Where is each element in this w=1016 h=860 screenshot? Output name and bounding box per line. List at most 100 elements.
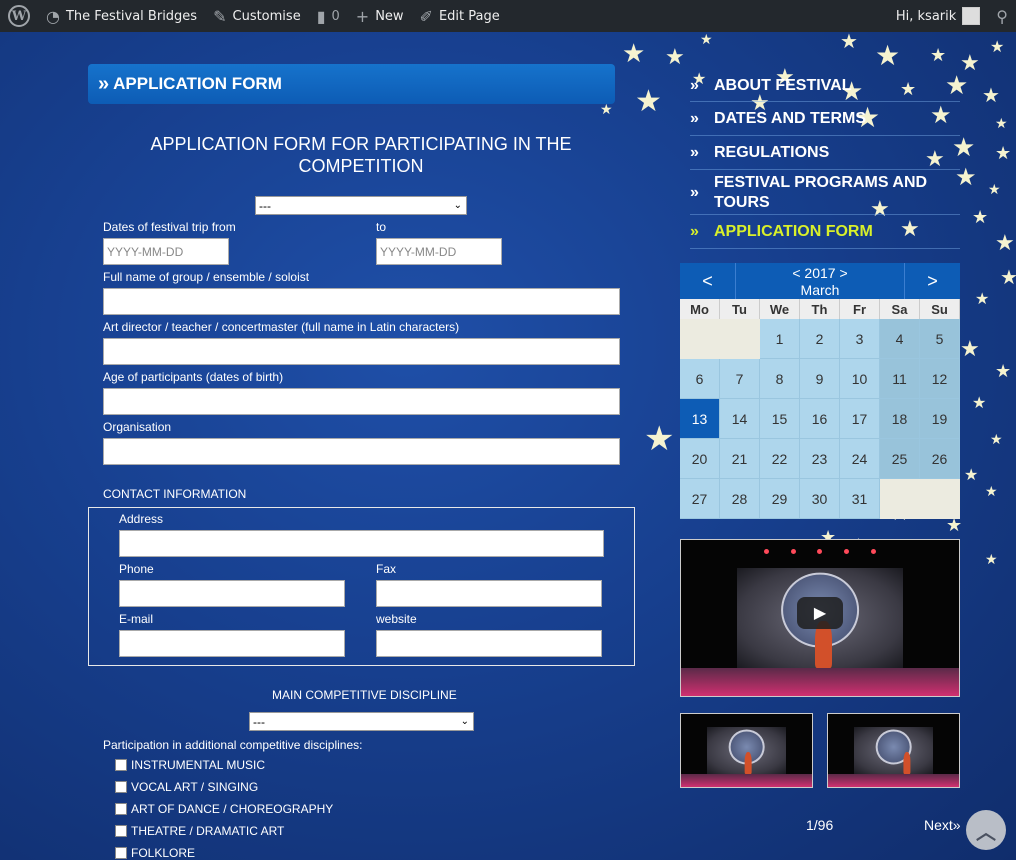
gallery-counter: 1/96 bbox=[806, 817, 834, 833]
edit-page-link[interactable]: ✐ Edit Page bbox=[412, 0, 508, 32]
director-input[interactable] bbox=[103, 338, 620, 365]
calendar-prev-button[interactable]: < bbox=[680, 263, 736, 299]
weekday-header: Mo bbox=[680, 299, 720, 319]
calendar-day[interactable]: 12 bbox=[920, 359, 960, 399]
fax-input[interactable] bbox=[376, 580, 602, 607]
additional-disciplines-label: Participation in additional competitive … bbox=[103, 738, 363, 752]
discipline-checkbox-instrumental[interactable]: INSTRUMENTAL MUSIC bbox=[115, 758, 265, 772]
calendar-day[interactable]: 2 bbox=[800, 319, 840, 359]
main-video-player[interactable]: ▶ bbox=[680, 539, 960, 697]
discipline-label: ART OF DANCE / CHOREOGRAPHY bbox=[131, 802, 334, 816]
date-to-input[interactable]: YYYY-MM-DD bbox=[376, 238, 502, 265]
pencil-icon: ✐ bbox=[419, 6, 433, 26]
site-name-link[interactable]: ◔ The Festival Bridges bbox=[38, 0, 205, 32]
calendar-day[interactable]: 11 bbox=[880, 359, 920, 399]
weekday-header: Sa bbox=[880, 299, 920, 319]
play-icon[interactable]: ▶ bbox=[797, 597, 843, 630]
section-title-bar: » APPLICATION FORM bbox=[88, 64, 615, 104]
calendar-day[interactable]: 4 bbox=[880, 319, 920, 359]
calendar-day[interactable]: 3 bbox=[840, 319, 880, 359]
admin-bar: W ◔ The Festival Bridges ✎ Customise ▮ 0… bbox=[0, 0, 1016, 32]
main-discipline-select[interactable]: --- ⌄ bbox=[249, 712, 474, 731]
calendar-day[interactable]: 27 bbox=[680, 479, 720, 519]
comment-icon: ▮ bbox=[316, 6, 326, 26]
age-input[interactable] bbox=[103, 388, 620, 415]
discipline-checkbox-dance[interactable]: ART OF DANCE / CHOREOGRAPHY bbox=[115, 802, 333, 816]
calendar-day[interactable]: 15 bbox=[760, 399, 800, 439]
checkbox[interactable] bbox=[115, 759, 127, 771]
discipline-checkbox-vocal[interactable]: VOCAL ART / SINGING bbox=[115, 780, 258, 794]
video-thumbnail-1[interactable] bbox=[680, 713, 813, 788]
discipline-checkbox-theatre[interactable]: THEATRE / DRAMATIC ART bbox=[115, 824, 284, 838]
checkbox[interactable] bbox=[115, 781, 127, 793]
discipline-checkbox-folklore[interactable]: FOLKLORE bbox=[115, 846, 195, 860]
calendar-day[interactable]: 25 bbox=[880, 439, 920, 479]
calendar-day[interactable]: 14 bbox=[720, 399, 760, 439]
website-input[interactable] bbox=[376, 630, 602, 657]
calendar-day[interactable]: 21 bbox=[720, 439, 760, 479]
wordpress-logo-button[interactable]: W bbox=[0, 0, 38, 32]
weekday-header: Su bbox=[920, 299, 960, 319]
calendar-empty-cell bbox=[920, 479, 960, 519]
date-from-input[interactable]: YYYY-MM-DD bbox=[103, 238, 229, 265]
checkbox[interactable] bbox=[115, 825, 127, 837]
phone-input[interactable] bbox=[119, 580, 345, 607]
menu-item-about-festival[interactable]: » ABOUT FESTIVAL bbox=[690, 70, 960, 102]
calendar-day[interactable]: 23 bbox=[800, 439, 840, 479]
email-input[interactable] bbox=[119, 630, 345, 657]
double-chevron-right-icon: » bbox=[690, 223, 699, 240]
calendar-day[interactable]: 19 bbox=[920, 399, 960, 439]
calendar-day[interactable]: 16 bbox=[800, 399, 840, 439]
address-input[interactable] bbox=[119, 530, 604, 557]
calendar-day[interactable]: 30 bbox=[800, 479, 840, 519]
calendar-day[interactable]: 18 bbox=[880, 399, 920, 439]
menu-item-dates-and-terms[interactable]: » DATES AND TERMS bbox=[690, 103, 960, 136]
calendar-year-switch[interactable]: < 2017 > bbox=[736, 265, 904, 282]
calendar-empty-cell bbox=[880, 479, 920, 519]
calendar-day[interactable]: 24 bbox=[840, 439, 880, 479]
calendar-day[interactable]: 5 bbox=[920, 319, 960, 359]
menu-item-regulations[interactable]: » REGULATIONS bbox=[690, 137, 960, 170]
calendar-day[interactable]: 1 bbox=[760, 319, 800, 359]
calendar-day[interactable]: 29 bbox=[760, 479, 800, 519]
comments-link[interactable]: ▮ 0 bbox=[309, 0, 348, 32]
calendar-day[interactable]: 8 bbox=[760, 359, 800, 399]
menu-item-application-form[interactable]: » APPLICATION FORM bbox=[690, 216, 960, 249]
organisation-input[interactable] bbox=[103, 438, 620, 465]
new-content-link[interactable]: + New bbox=[348, 0, 412, 32]
contact-heading: CONTACT INFORMATION bbox=[103, 487, 247, 501]
account-menu[interactable]: Hi, ksarik bbox=[888, 0, 988, 32]
double-chevron-right-icon: » bbox=[690, 76, 699, 94]
customise-link[interactable]: ✎ Customise bbox=[205, 0, 309, 32]
calendar-empty-cell bbox=[720, 319, 760, 359]
calendar-next-button[interactable]: > bbox=[904, 263, 960, 299]
site-name: The Festival Bridges bbox=[65, 8, 198, 24]
calendar-day[interactable]: 9 bbox=[800, 359, 840, 399]
checkbox[interactable] bbox=[115, 803, 127, 815]
menu-item-festival-programs[interactable]: » FESTIVAL PROGRAMS AND TOURS bbox=[690, 171, 960, 215]
calendar-widget: < < 2017 > March > Mo Tu We Th Fr Sa Su 123456… bbox=[680, 263, 960, 519]
calendar-day[interactable]: 31 bbox=[840, 479, 880, 519]
phone-label: Phone bbox=[119, 562, 154, 576]
section-title: APPLICATION FORM bbox=[113, 74, 282, 93]
group-name-input[interactable] bbox=[103, 288, 620, 315]
double-chevron-right-icon: » bbox=[690, 110, 699, 127]
calendar-day[interactable]: 13 bbox=[680, 399, 720, 439]
calendar-day[interactable]: 10 bbox=[840, 359, 880, 399]
calendar-day[interactable]: 28 bbox=[720, 479, 760, 519]
search-button[interactable]: ⚲ bbox=[988, 0, 1016, 32]
calendar-day[interactable]: 17 bbox=[840, 399, 880, 439]
director-label: Art director / teacher / concertmaster (… bbox=[103, 320, 460, 334]
calendar-day[interactable]: 26 bbox=[920, 439, 960, 479]
calendar-day[interactable]: 20 bbox=[680, 439, 720, 479]
discipline-label: VOCAL ART / SINGING bbox=[131, 780, 259, 794]
participation-type-select[interactable]: --- ⌄ bbox=[255, 196, 467, 215]
organisation-label: Organisation bbox=[103, 420, 172, 434]
calendar-day[interactable]: 6 bbox=[680, 359, 720, 399]
calendar-day[interactable]: 7 bbox=[720, 359, 760, 399]
checkbox[interactable] bbox=[115, 847, 127, 859]
scroll-to-top-button[interactable]: ︿ bbox=[966, 810, 1006, 850]
calendar-day[interactable]: 22 bbox=[760, 439, 800, 479]
video-thumbnail-2[interactable] bbox=[827, 713, 960, 788]
gallery-next-link[interactable]: Next» bbox=[924, 817, 961, 833]
